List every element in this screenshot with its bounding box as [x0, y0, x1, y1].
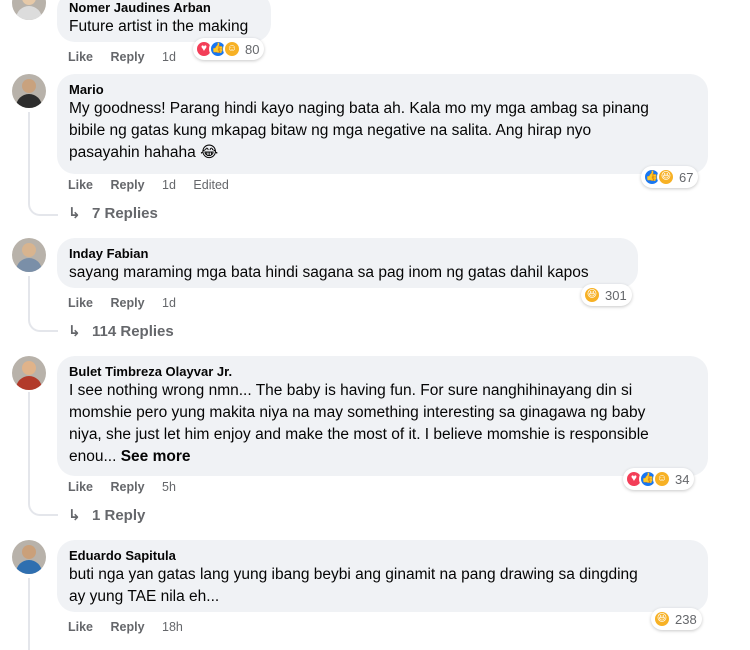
- avatar[interactable]: [12, 238, 46, 272]
- reaction-summary[interactable]: ♥ 👍 ☺ 80: [193, 38, 265, 60]
- haha-icon: 😆: [583, 286, 601, 304]
- reaction-count: 238: [675, 611, 697, 627]
- like-button[interactable]: Like: [68, 50, 93, 64]
- thread-curve: [28, 314, 58, 332]
- comment-line-1: My goodness! Parang hindi kayo naging ba…: [69, 100, 649, 117]
- avatar[interactable]: [12, 74, 46, 108]
- reply-button[interactable]: Reply: [111, 480, 145, 494]
- like-button[interactable]: Like: [68, 178, 93, 192]
- comment-line-2: momshie pero yung makita niya na may som…: [69, 404, 646, 421]
- comment-line-3: niya, she just let him enjoy and make th…: [69, 426, 649, 443]
- reaction-count: 80: [245, 41, 260, 57]
- like-button[interactable]: Like: [68, 296, 93, 310]
- comment-line-3: pasayahin hahaha 😂: [69, 144, 219, 161]
- comment-actions: Like Reply 1d: [68, 296, 190, 310]
- timestamp[interactable]: 1d: [162, 50, 176, 64]
- see-more-link[interactable]: See more: [121, 448, 191, 465]
- replies-count[interactable]: 1 Reply: [92, 507, 145, 524]
- timestamp[interactable]: 18h: [162, 620, 183, 634]
- comment-actions: Like Reply 1d Edited: [68, 178, 243, 192]
- reply-button[interactable]: Reply: [111, 50, 145, 64]
- like-button[interactable]: Like: [68, 620, 93, 634]
- comment-line-2: ay yung TAE nila eh...: [69, 588, 220, 605]
- comment-author[interactable]: Eduardo Sapitula: [69, 547, 696, 564]
- comment-bubble: Mario My goodness! Parang hindi kayo nag…: [57, 74, 708, 174]
- thread-curve: [28, 498, 58, 516]
- like-button[interactable]: Like: [68, 480, 93, 494]
- reaction-summary[interactable]: 👍 😆 67: [641, 166, 699, 188]
- comment-bubble: Bulet Timbreza Olayvar Jr. I see nothing…: [57, 356, 708, 476]
- comment-actions: Like Reply 1d: [68, 50, 190, 64]
- edited-label: Edited: [193, 178, 229, 192]
- timestamp[interactable]: 1d: [162, 178, 176, 192]
- comment-author[interactable]: Inday Fabian: [69, 245, 626, 262]
- reply-arrow-icon: ↳: [68, 323, 81, 340]
- care-icon: ☺: [653, 470, 671, 488]
- thread-line: [28, 112, 30, 200]
- avatar[interactable]: [12, 540, 46, 574]
- comment-line-2: bibile ng gatas kung mkapag bitaw ng mga…: [69, 122, 592, 139]
- timestamp[interactable]: 1d: [162, 296, 176, 310]
- reply-arrow-icon: ↳: [68, 507, 81, 524]
- thread-curve: [28, 198, 58, 216]
- reply-button[interactable]: Reply: [111, 620, 145, 634]
- comment-bubble: Nomer Jaudines Arban Future artist in th…: [57, 0, 271, 42]
- comment-line-1: I see nothing wrong nmn... The baby is h…: [69, 382, 633, 399]
- reaction-count: 67: [679, 169, 694, 185]
- comment-actions: Like Reply 5h: [68, 480, 190, 494]
- comment-text: Future artist in the making: [69, 18, 249, 35]
- reaction-summary[interactable]: 😆 238: [651, 608, 702, 630]
- care-icon: ☺: [223, 40, 241, 58]
- comment-author[interactable]: Mario: [69, 81, 696, 98]
- comment-bubble: Eduardo Sapitula buti nga yan gatas lang…: [57, 540, 708, 612]
- comment-text: sayang maraming mga bata hindi sagana sa…: [69, 264, 589, 281]
- reply-button[interactable]: Reply: [111, 296, 145, 310]
- comment-author[interactable]: Nomer Jaudines Arban: [69, 0, 259, 16]
- reaction-count: 301: [605, 287, 627, 303]
- comment-actions: Like Reply 18h: [68, 620, 197, 634]
- timestamp[interactable]: 5h: [162, 480, 176, 494]
- reply-arrow-icon: ↳: [68, 205, 81, 222]
- comment-bubble: Inday Fabian sayang maraming mga bata hi…: [57, 238, 638, 288]
- avatar[interactable]: [12, 356, 46, 390]
- comment-line-4: enou... See more: [69, 448, 191, 465]
- replies-count[interactable]: 114 Replies: [92, 323, 174, 340]
- avatar[interactable]: [12, 0, 46, 20]
- reaction-summary[interactable]: 😆 301: [581, 284, 632, 306]
- view-replies-link[interactable]: ↳ 1 Reply: [68, 506, 145, 525]
- replies-count[interactable]: 7 Replies: [92, 205, 158, 222]
- comment-author[interactable]: Bulet Timbreza Olayvar Jr.: [69, 363, 696, 380]
- reaction-summary[interactable]: ♥ 👍 ☺ 34: [623, 468, 695, 490]
- thread-line: [28, 276, 30, 316]
- reaction-count: 34: [675, 471, 690, 487]
- view-replies-link[interactable]: ↳ 114 Replies: [68, 322, 174, 341]
- thread-line: [28, 392, 30, 500]
- reply-button[interactable]: Reply: [111, 178, 145, 192]
- haha-icon: 😆: [653, 610, 671, 628]
- view-replies-link[interactable]: ↳ 7 Replies: [68, 204, 158, 223]
- comment-line-1: buti nga yan gatas lang yung ibang beybi…: [69, 566, 638, 583]
- haha-icon: 😆: [657, 168, 675, 186]
- thread-line: [28, 578, 30, 650]
